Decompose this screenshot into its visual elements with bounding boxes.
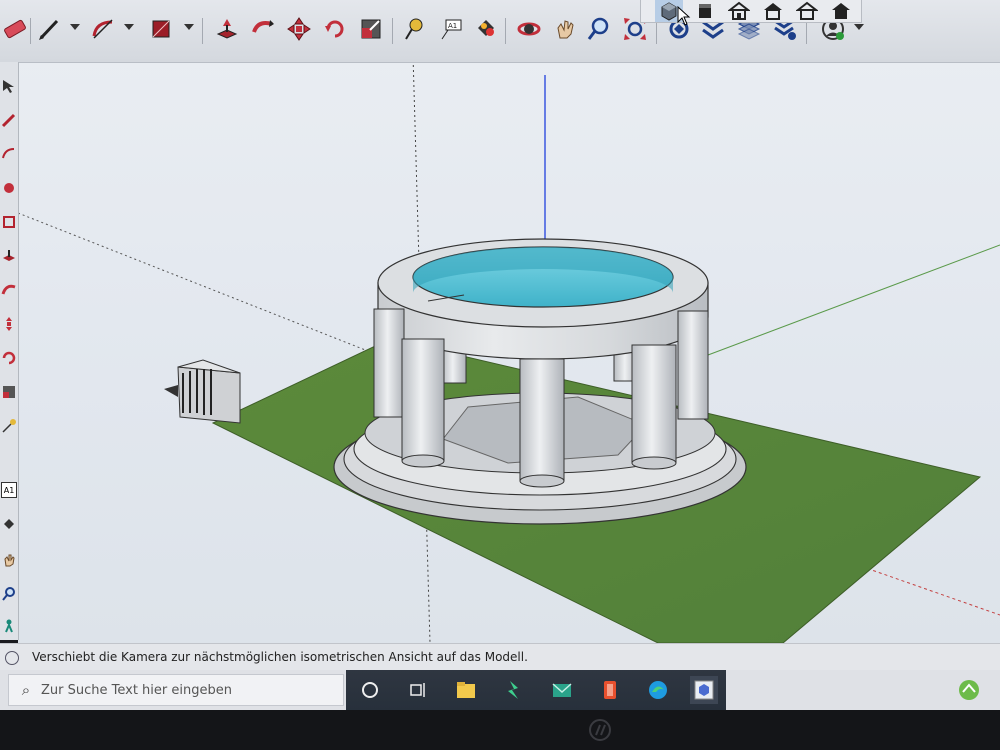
account-dropdown-caret[interactable] [854, 24, 864, 30]
small-box-object[interactable] [164, 359, 241, 424]
svg-text:A1: A1 [448, 22, 457, 30]
rotate-icon[interactable] [320, 14, 350, 44]
column-front-center[interactable] [519, 358, 565, 482]
tape-measure-icon[interactable] [1, 418, 17, 434]
status-bar: Verschiebt die Kamera zur nächstmögliche… [0, 643, 1000, 671]
monitor-bezel [0, 710, 1000, 750]
scale-icon[interactable] [356, 14, 386, 44]
taskbar-search[interactable]: ⌕ [8, 674, 344, 706]
arc-icon[interactable] [88, 14, 118, 44]
zoom-icon[interactable] [1, 586, 17, 602]
office-icon[interactable] [596, 676, 624, 704]
text-icon[interactable]: A1 [436, 14, 466, 44]
column-front-right[interactable] [631, 344, 677, 464]
search-input[interactable] [39, 681, 333, 699]
winscp-icon[interactable] [500, 676, 528, 704]
rectangle-icon[interactable] [146, 14, 176, 44]
views-toolbar [640, 0, 862, 26]
screen: A1 A1 Verschiebt die Kamera zur nächstmö… [0, 0, 1000, 750]
toolbar-separator [30, 18, 31, 44]
column-front-left[interactable] [401, 338, 445, 462]
move-icon[interactable] [1, 316, 17, 332]
move-icon[interactable] [284, 14, 314, 44]
3d-viewport[interactable] [17, 54, 1000, 644]
dotted-guide-diagonal [17, 212, 379, 356]
pan-icon[interactable] [1, 552, 17, 568]
left-view-icon[interactable] [827, 0, 855, 22]
circle-icon[interactable] [1, 180, 17, 196]
green-axis [707, 244, 1000, 356]
left-toolbar: A1 [0, 62, 19, 640]
orbit-icon[interactable] [514, 14, 544, 44]
file-explorer-icon[interactable] [452, 676, 480, 704]
main-toolbar: A1 [0, 0, 1000, 63]
column-front-left-base [401, 454, 445, 468]
arc-icon[interactable] [1, 146, 17, 162]
paint-bucket-icon[interactable] [470, 14, 500, 44]
windows-taskbar: ⌕ [0, 670, 1000, 710]
rotate-icon[interactable] [1, 350, 17, 366]
info-icon[interactable] [5, 651, 19, 665]
task-view-icon[interactable] [404, 676, 432, 704]
offset-icon[interactable] [1, 214, 17, 230]
arc-dropdown-caret[interactable] [124, 24, 134, 30]
toolbar-separator [505, 18, 506, 44]
mouse-cursor-icon [677, 6, 691, 26]
sketchup-icon[interactable] [690, 676, 718, 704]
column-right-outer[interactable] [677, 310, 709, 420]
push-pull-icon[interactable] [212, 14, 242, 44]
taskbar-apps [346, 670, 726, 710]
walk-icon[interactable] [1, 618, 17, 634]
tape-measure-icon[interactable] [400, 14, 430, 44]
status-message: Verschiebt die Kamera zur nächstmögliche… [32, 650, 528, 664]
back-view-icon[interactable] [793, 0, 821, 22]
follow-me-icon[interactable] [248, 14, 278, 44]
search-icon: ⌕ [21, 681, 31, 699]
text-tool-label[interactable]: A1 [1, 482, 17, 498]
follow-me-icon[interactable] [1, 282, 17, 298]
eraser-icon[interactable] [0, 14, 30, 44]
cortana-icon[interactable] [356, 676, 384, 704]
column-front-center-base [519, 474, 565, 488]
pencil-icon[interactable] [1, 112, 17, 128]
rectangle-dropdown-caret[interactable] [184, 24, 194, 30]
column-left-outer[interactable] [373, 308, 405, 418]
system-tray-icon[interactable] [955, 676, 983, 704]
pencil-icon[interactable] [34, 14, 64, 44]
zoom-icon[interactable] [584, 14, 614, 44]
pencil-dropdown-caret[interactable] [70, 24, 80, 30]
toolbar-separator [202, 18, 203, 44]
model-scene[interactable] [17, 54, 1000, 644]
monitor-logo [589, 719, 611, 741]
toolbar-separator [392, 18, 393, 44]
pan-icon[interactable] [550, 14, 580, 44]
paint-bucket-icon[interactable] [1, 516, 17, 532]
top-view-icon[interactable] [691, 0, 719, 22]
right-view-icon[interactable] [759, 0, 787, 22]
scale-icon[interactable] [1, 384, 17, 400]
push-pull-icon[interactable] [1, 248, 17, 264]
edge-icon[interactable] [644, 676, 672, 704]
front-view-icon[interactable] [725, 0, 753, 22]
column-front-right-base [631, 456, 677, 470]
select-icon[interactable] [1, 78, 17, 94]
mail-icon[interactable] [548, 676, 576, 704]
